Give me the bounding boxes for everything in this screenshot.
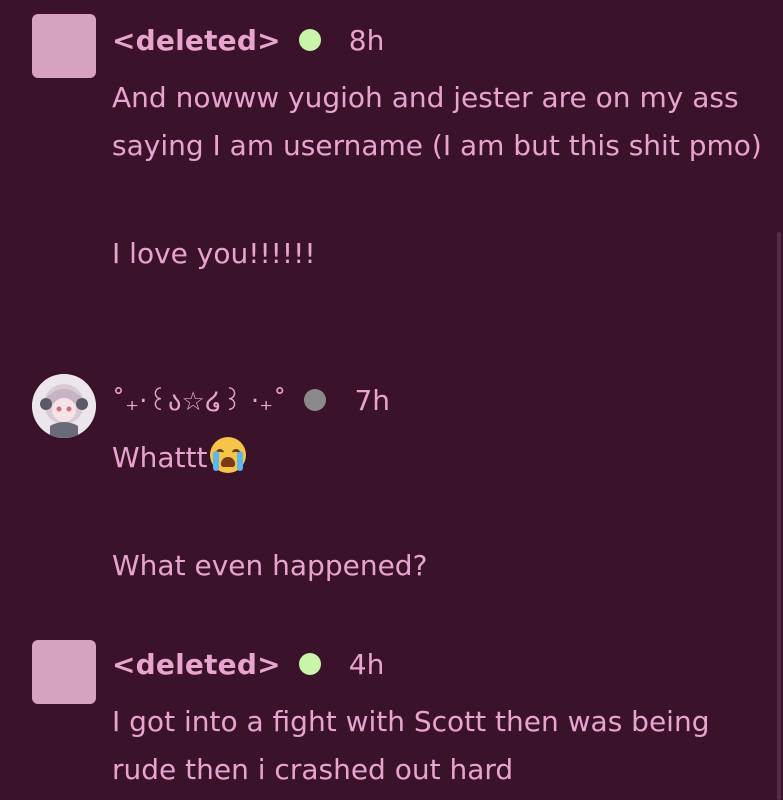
username[interactable]: <deleted> [112,24,281,57]
username[interactable]: ˚₊‧꒰ა☆໒꒱ ‧₊˚ [112,383,286,417]
online-status-icon [298,653,321,675]
username[interactable]: <deleted> [112,648,281,681]
comment-header: ˚₊‧꒰ა☆໒꒱ ‧₊˚ 7h [112,382,390,418]
comment-text: I got into a fight with Scott then was b… [112,705,710,786]
comment-text: Whattt [112,434,772,482]
scrollbar[interactable] [777,232,781,800]
avatar[interactable] [32,374,96,438]
comment-thread: <deleted> 8h And nowww yugioh and jester… [0,0,783,800]
online-status-icon [298,29,321,51]
comment-body: I got into a fight with Scott then was b… [112,698,772,794]
loudly-crying-face-icon [209,437,246,473]
comment-text-line: Whattt [112,441,208,474]
comment-text: And nowww yugioh and jester are on my as… [112,81,762,162]
anime-avatar-icon [32,374,96,438]
avatar[interactable] [32,640,96,704]
comment-header: <deleted> 8h [112,22,384,58]
comment-body: And nowww yugioh and jester are on my as… [112,74,772,278]
timestamp: 4h [348,647,385,681]
offline-status-icon [304,389,327,411]
avatar[interactable] [32,14,96,78]
timestamp: 7h [354,383,390,417]
comment-text: I love you!!!!!! [112,237,316,270]
timestamp: 8h [348,23,385,57]
comment-text: What even happened? [112,549,428,582]
comment-header: <deleted> 4h [112,646,384,682]
comment-body: Whattt What even happened? [112,434,772,590]
